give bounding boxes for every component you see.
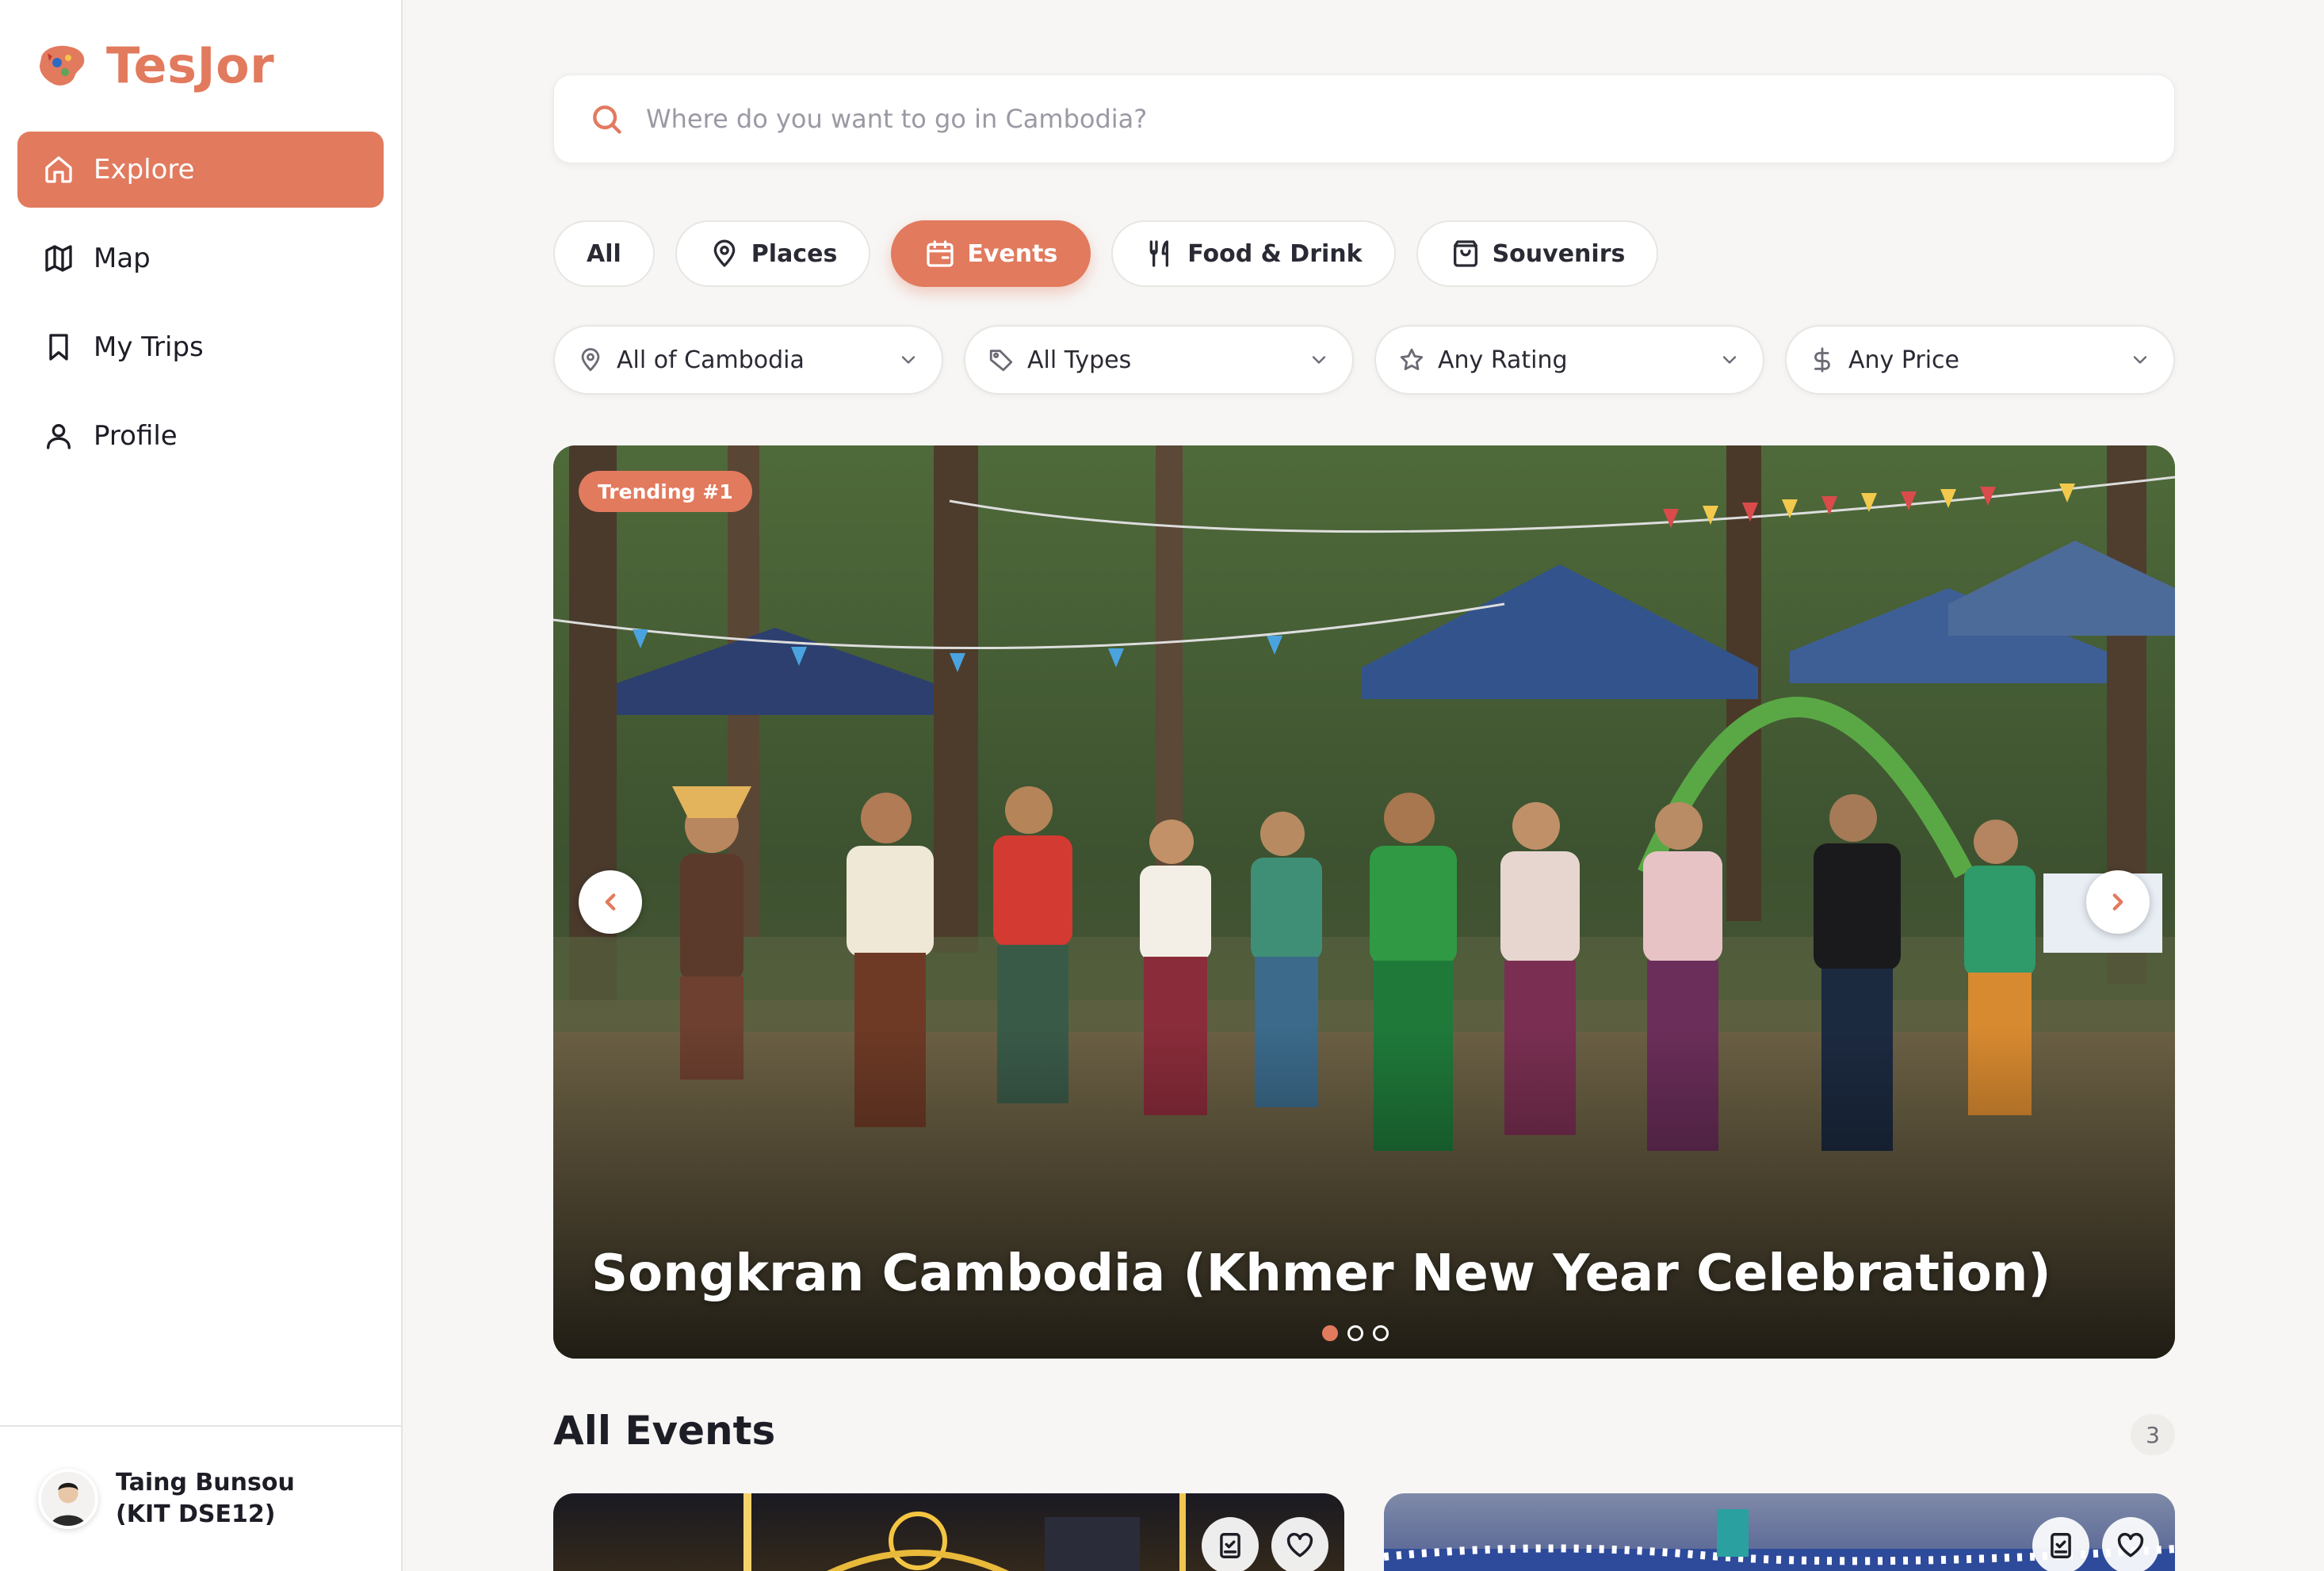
nav-item-explore[interactable]: Explore [17, 132, 384, 208]
chevron-down-icon [1722, 356, 1737, 364]
bookmark-check-icon [2051, 1533, 2071, 1558]
hero-title: Songkran Cambodia (Khmer New Year Celebr… [591, 1244, 2051, 1303]
dollar-icon [1814, 347, 1830, 373]
filter-label: Any Price [1848, 346, 1960, 374]
tag-icon [989, 350, 1013, 372]
utensils-icon [1149, 240, 1169, 267]
heart-icon [2117, 1532, 2144, 1558]
category-label: Places [751, 239, 838, 268]
results-count-badge: 3 [2131, 1414, 2175, 1455]
calendar-icon [927, 240, 954, 267]
category-label: All [587, 239, 621, 268]
event-card[interactable] [553, 1493, 1344, 1571]
chevron-down-icon [901, 356, 915, 364]
save-to-trip-button[interactable] [2032, 1517, 2089, 1571]
main-nav: Explore Map My Trips Profile [17, 132, 384, 487]
bookmark-check-icon [1220, 1533, 1240, 1558]
category-tab-events[interactable]: Events [891, 220, 1091, 287]
event-card[interactable] [1384, 1493, 2175, 1571]
filter-bar: All of Cambodia All Types Any Rating Any… [553, 325, 2175, 395]
carousel-prev-button[interactable] [579, 870, 642, 934]
search-input[interactable] [646, 104, 2073, 134]
filter-label: All of Cambodia [617, 346, 805, 374]
nav-item-profile[interactable]: Profile [17, 398, 384, 474]
nav-item-label: Explore [94, 154, 195, 185]
filter-label: All Types [1027, 346, 1132, 374]
chevron-down-icon [1312, 356, 1326, 364]
category-label: Souvenirs [1492, 239, 1626, 268]
chevron-down-icon [2133, 356, 2147, 364]
home-icon [45, 156, 72, 183]
brand[interactable]: TesJor [35, 36, 274, 94]
nav-item-label: Map [94, 243, 151, 274]
category-tab-food-drink[interactable]: Food & Drink [1111, 220, 1396, 287]
map-icon [45, 245, 72, 272]
user-name: Taing Bunsou (KIT DSE12) [116, 1469, 295, 1528]
location-icon [581, 348, 600, 372]
hero-gradient-overlay [553, 1026, 2175, 1359]
bookmark-icon [49, 334, 68, 361]
category-tab-places[interactable]: Places [675, 220, 871, 287]
type-filter-dropdown[interactable]: All Types [964, 325, 1354, 395]
carousel-next-button[interactable] [2086, 870, 2150, 934]
category-tab-souvenirs[interactable]: Souvenirs [1416, 220, 1659, 287]
category-tabs: All Places Events Food & Drink Souvenirs [553, 220, 1659, 287]
user-account[interactable]: Taing Bunsou (KIT DSE12) [0, 1425, 403, 1571]
heart-icon [1286, 1532, 1313, 1558]
brand-name: TesJor [106, 36, 275, 94]
pin-icon [713, 239, 736, 267]
nav-item-my-trips[interactable]: My Trips [17, 309, 384, 385]
nav-item-map[interactable]: Map [17, 220, 384, 296]
trending-badge: Trending #1 [579, 471, 752, 512]
search-bar[interactable] [553, 75, 2175, 163]
cambodia-map-logo-icon [40, 45, 85, 86]
sidebar: TesJor Explore Map My Trips Profile Tain… [0, 0, 403, 1571]
location-filter-dropdown[interactable]: All of Cambodia [553, 325, 943, 395]
carousel-dots [1322, 1325, 1389, 1341]
user-icon [47, 424, 71, 449]
nav-item-label: My Trips [94, 331, 204, 363]
search-icon [593, 105, 621, 134]
star-icon [1400, 348, 1424, 371]
save-to-trip-button[interactable] [1202, 1517, 1259, 1571]
carousel-dot[interactable] [1322, 1325, 1338, 1341]
carousel-dot[interactable] [1373, 1325, 1389, 1341]
favorite-button[interactable] [1271, 1517, 1328, 1571]
nav-item-label: Profile [94, 420, 178, 452]
rating-filter-dropdown[interactable]: Any Rating [1374, 325, 1764, 395]
featured-event-carousel[interactable]: Trending #1 Songkran Cambodia (Khmer New… [553, 445, 2175, 1359]
category-label: Events [967, 239, 1058, 268]
chevron-right-icon [2112, 893, 2123, 911]
category-tab-all[interactable]: All [553, 220, 655, 287]
filter-label: Any Rating [1438, 346, 1568, 374]
section-title: All Events [553, 1408, 776, 1454]
avatar-person-icon [41, 1472, 95, 1526]
price-filter-dropdown[interactable]: Any Price [1785, 325, 2175, 395]
avatar [38, 1469, 98, 1529]
carousel-dot[interactable] [1347, 1325, 1363, 1341]
shopping-bag-icon [1453, 240, 1477, 267]
main-content: All Places Events Food & Drink Souvenirs… [403, 0, 2324, 1571]
chevron-left-icon [605, 893, 616, 911]
category-label: Food & Drink [1187, 239, 1363, 268]
favorite-button[interactable] [2102, 1517, 2159, 1571]
